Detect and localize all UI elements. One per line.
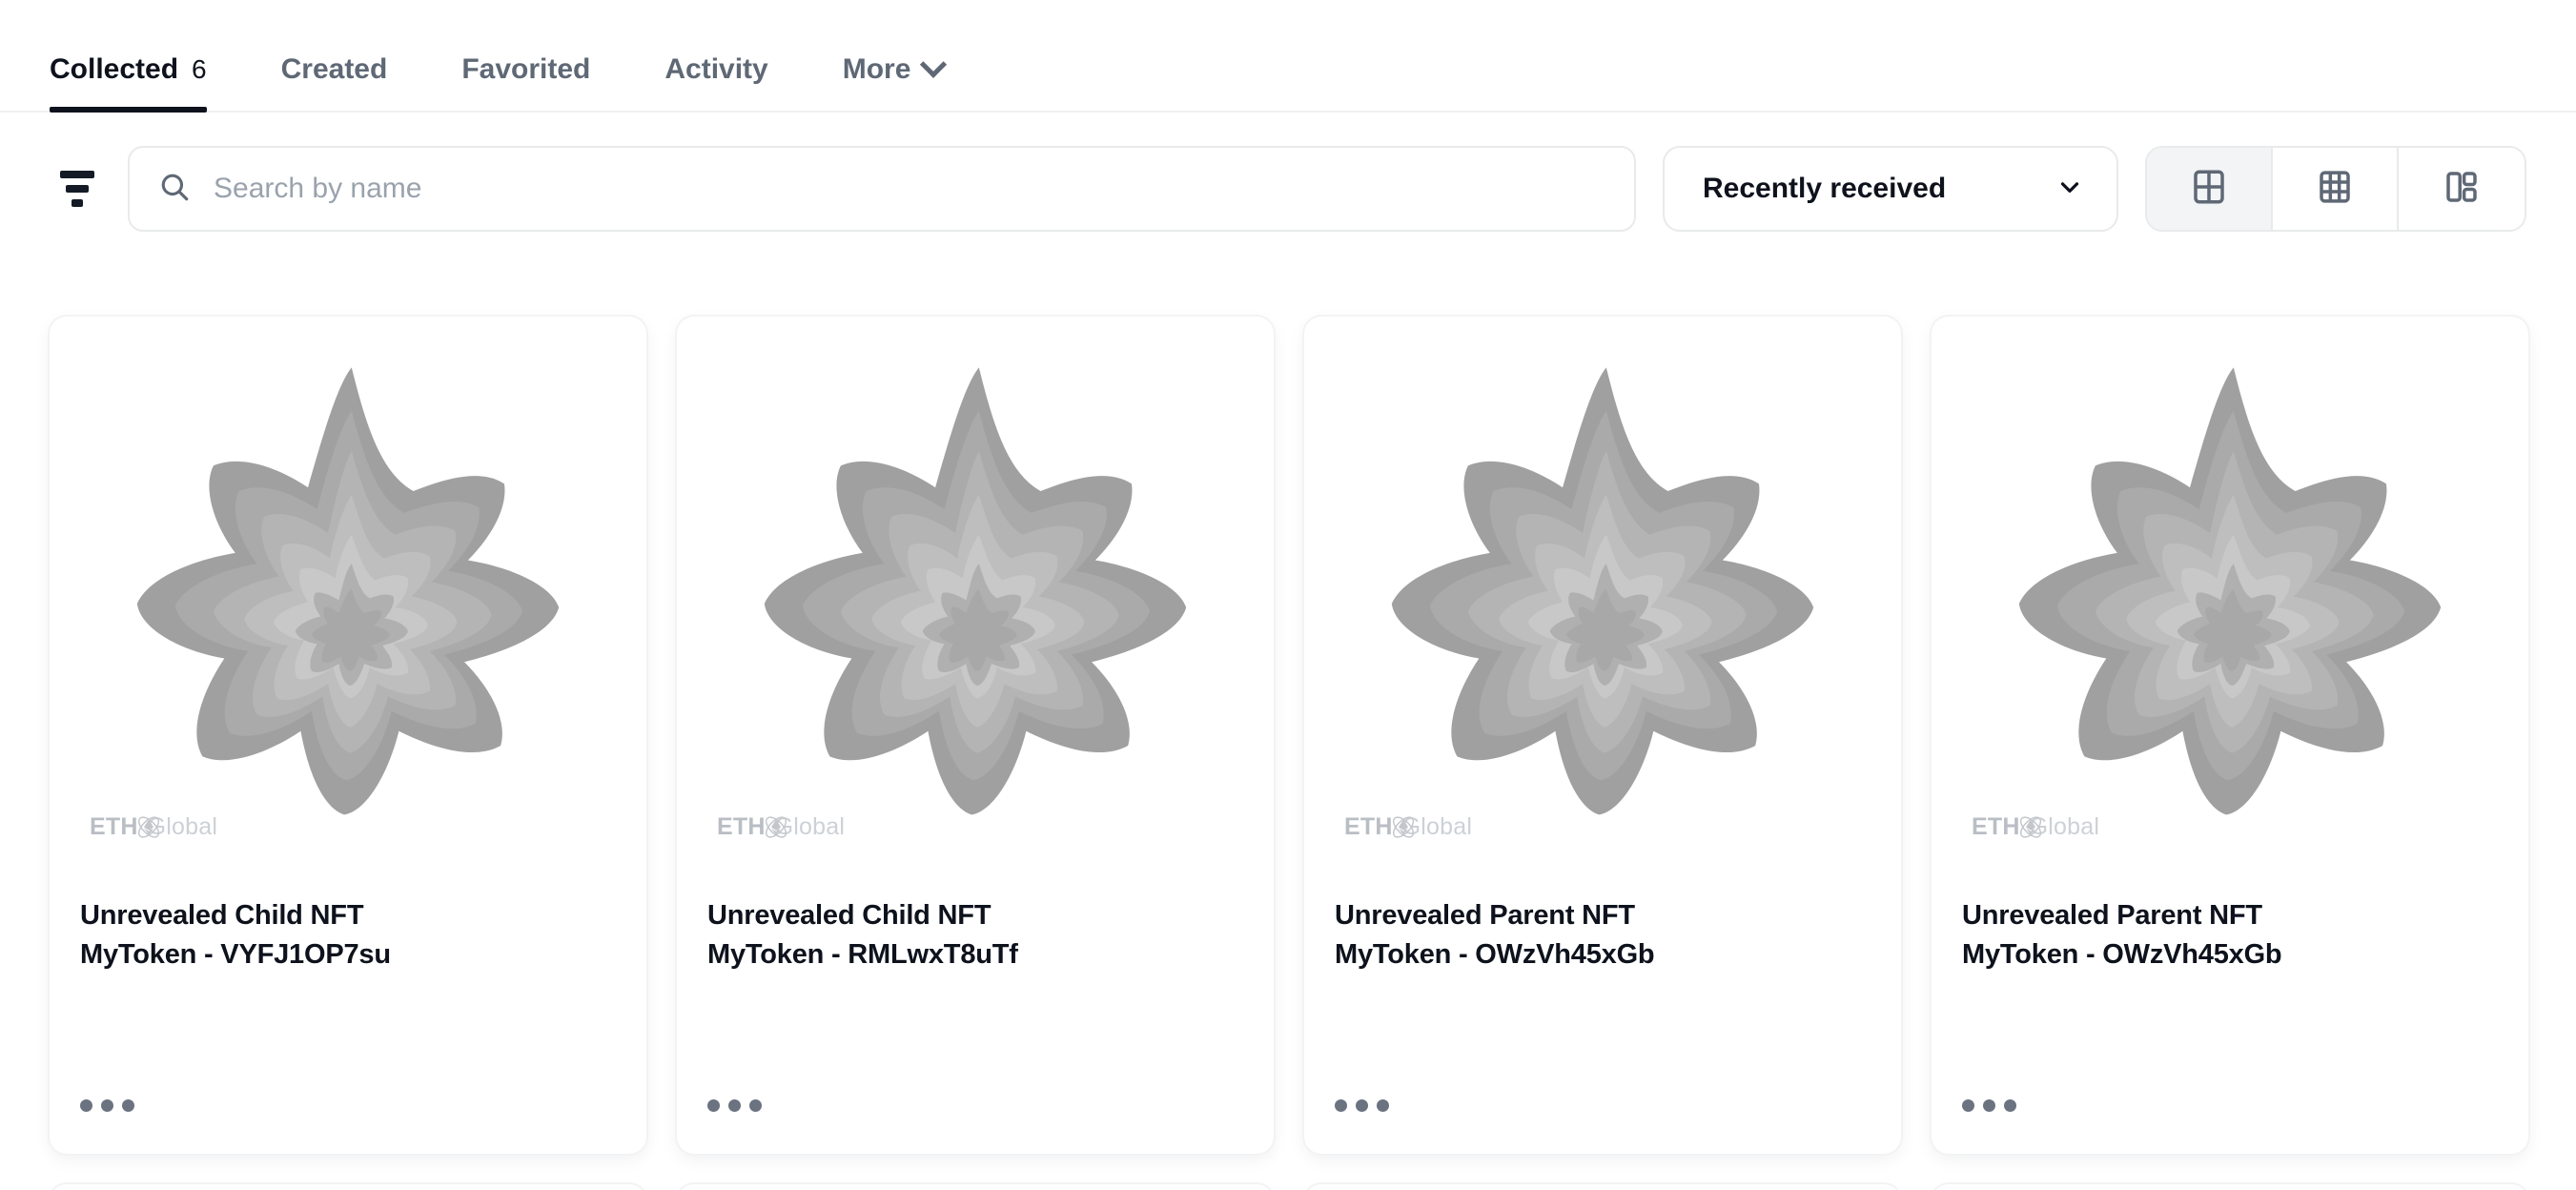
gallery-view-button[interactable] (2399, 148, 2525, 230)
nft-card-footer (1932, 1099, 2528, 1154)
star-burst-art (764, 367, 1187, 815)
more-horizontal-icon[interactable] (707, 1099, 762, 1112)
nft-artwork: ETH Global (677, 317, 1274, 862)
gallery-layout-icon (2442, 167, 2482, 212)
profile-tabs: Collected 6 Created Favorited Activity M… (0, 0, 2576, 113)
nft-artwork: ETH Global (50, 317, 646, 862)
nft-title-line1: Unrevealed Child NFT (80, 900, 364, 931)
nft-card-footer (50, 1099, 646, 1154)
nft-card[interactable]: ETH Global Unrevealed Parent NFT MyToken… (1304, 317, 1901, 1154)
nft-artwork: ETH Global (1304, 317, 1901, 862)
nft-card-body: Unrevealed Parent NFT MyToken - OWzVh45x… (1932, 862, 2528, 1099)
search-icon (158, 171, 191, 208)
nft-title-line2: MyToken - VYFJ1OP7su (80, 939, 391, 971)
more-horizontal-icon[interactable] (1335, 1099, 1389, 1112)
nft-card-body: Unrevealed Child NFT MyToken - RMLwxT8uT… (677, 862, 1274, 1099)
nft-card[interactable] (50, 1184, 646, 1190)
chevron-down-icon (2055, 173, 2084, 206)
tab-more[interactable]: More (842, 51, 948, 111)
view-mode-toggle-group (2145, 146, 2526, 232)
tab-collected-count: 6 (192, 54, 207, 84)
nft-card[interactable] (1932, 1184, 2528, 1190)
grid-3x3-icon (2315, 167, 2355, 212)
star-burst-art (1391, 367, 1814, 815)
nft-card[interactable]: ETH Global Unrevealed Child NFT MyToken … (677, 317, 1274, 1154)
tab-activity[interactable]: Activity (664, 53, 767, 111)
sort-dropdown[interactable]: Recently received (1663, 146, 2118, 232)
nft-title-line2: MyToken - OWzVh45xGb (1962, 939, 2282, 971)
search-input[interactable] (214, 148, 1605, 230)
filter-icon[interactable] (50, 161, 105, 216)
nft-card-footer (1304, 1099, 1901, 1154)
tab-collected-label: Collected (50, 53, 179, 85)
tab-created[interactable]: Created (281, 53, 388, 111)
chevron-down-icon (920, 51, 948, 78)
tab-collected[interactable]: Collected 6 (50, 53, 207, 113)
ethglobal-badge: ETH Global (1962, 813, 2099, 841)
nft-title-line2: MyToken - OWzVh45xGb (1335, 939, 1655, 971)
nft-title-line1: Unrevealed Child NFT (707, 900, 992, 931)
nft-card-body: Unrevealed Parent NFT MyToken - OWzVh45x… (1304, 862, 1901, 1099)
collection-toolbar: Recently received (0, 113, 2576, 265)
ethglobal-badge: ETH Global (1335, 813, 1472, 841)
ethglobal-badge: ETH Global (707, 813, 845, 841)
more-horizontal-icon[interactable] (1962, 1099, 2016, 1112)
star-burst-art (2018, 367, 2442, 815)
tab-favorited[interactable]: Favorited (461, 53, 590, 111)
nft-card[interactable]: ETH Global Unrevealed Child NFT MyToken … (50, 317, 646, 1154)
nft-title-line1: Unrevealed Parent NFT (1335, 900, 1635, 931)
ethglobal-badge: ETH Global (80, 813, 217, 841)
nft-title-line2: MyToken - RMLwxT8uTf (707, 939, 1018, 971)
tab-activity-label: Activity (664, 53, 768, 85)
star-burst-art (136, 367, 560, 815)
nft-card-footer (677, 1099, 1274, 1154)
nft-card[interactable] (1304, 1184, 1901, 1190)
tab-created-label: Created (280, 53, 388, 85)
collection-page: Collected 6 Created Favorited Activity M… (0, 0, 2576, 1190)
nft-title-line1: Unrevealed Parent NFT (1962, 900, 2262, 931)
tab-favorited-label: Favorited (461, 53, 591, 85)
tab-more-label: More (842, 53, 911, 85)
grid-large-view-button[interactable] (2147, 148, 2273, 230)
nft-card-body: Unrevealed Child NFT MyToken - VYFJ1OP7s… (50, 862, 646, 1099)
sort-selected-label: Recently received (1703, 173, 1947, 204)
nft-card[interactable] (677, 1184, 1274, 1190)
nft-artwork: ETH Global (1932, 317, 2528, 862)
nft-card[interactable]: ETH Global Unrevealed Parent NFT MyToken… (1932, 317, 2528, 1154)
grid-small-view-button[interactable] (2273, 148, 2399, 230)
more-horizontal-icon[interactable] (80, 1099, 134, 1112)
nft-card-grid-next-row (50, 1184, 2528, 1190)
search-bar[interactable] (128, 146, 1636, 232)
nft-card-grid: ETH Global Unrevealed Child NFT MyToken … (50, 317, 2528, 1154)
grid-2x2-icon (2189, 167, 2229, 212)
